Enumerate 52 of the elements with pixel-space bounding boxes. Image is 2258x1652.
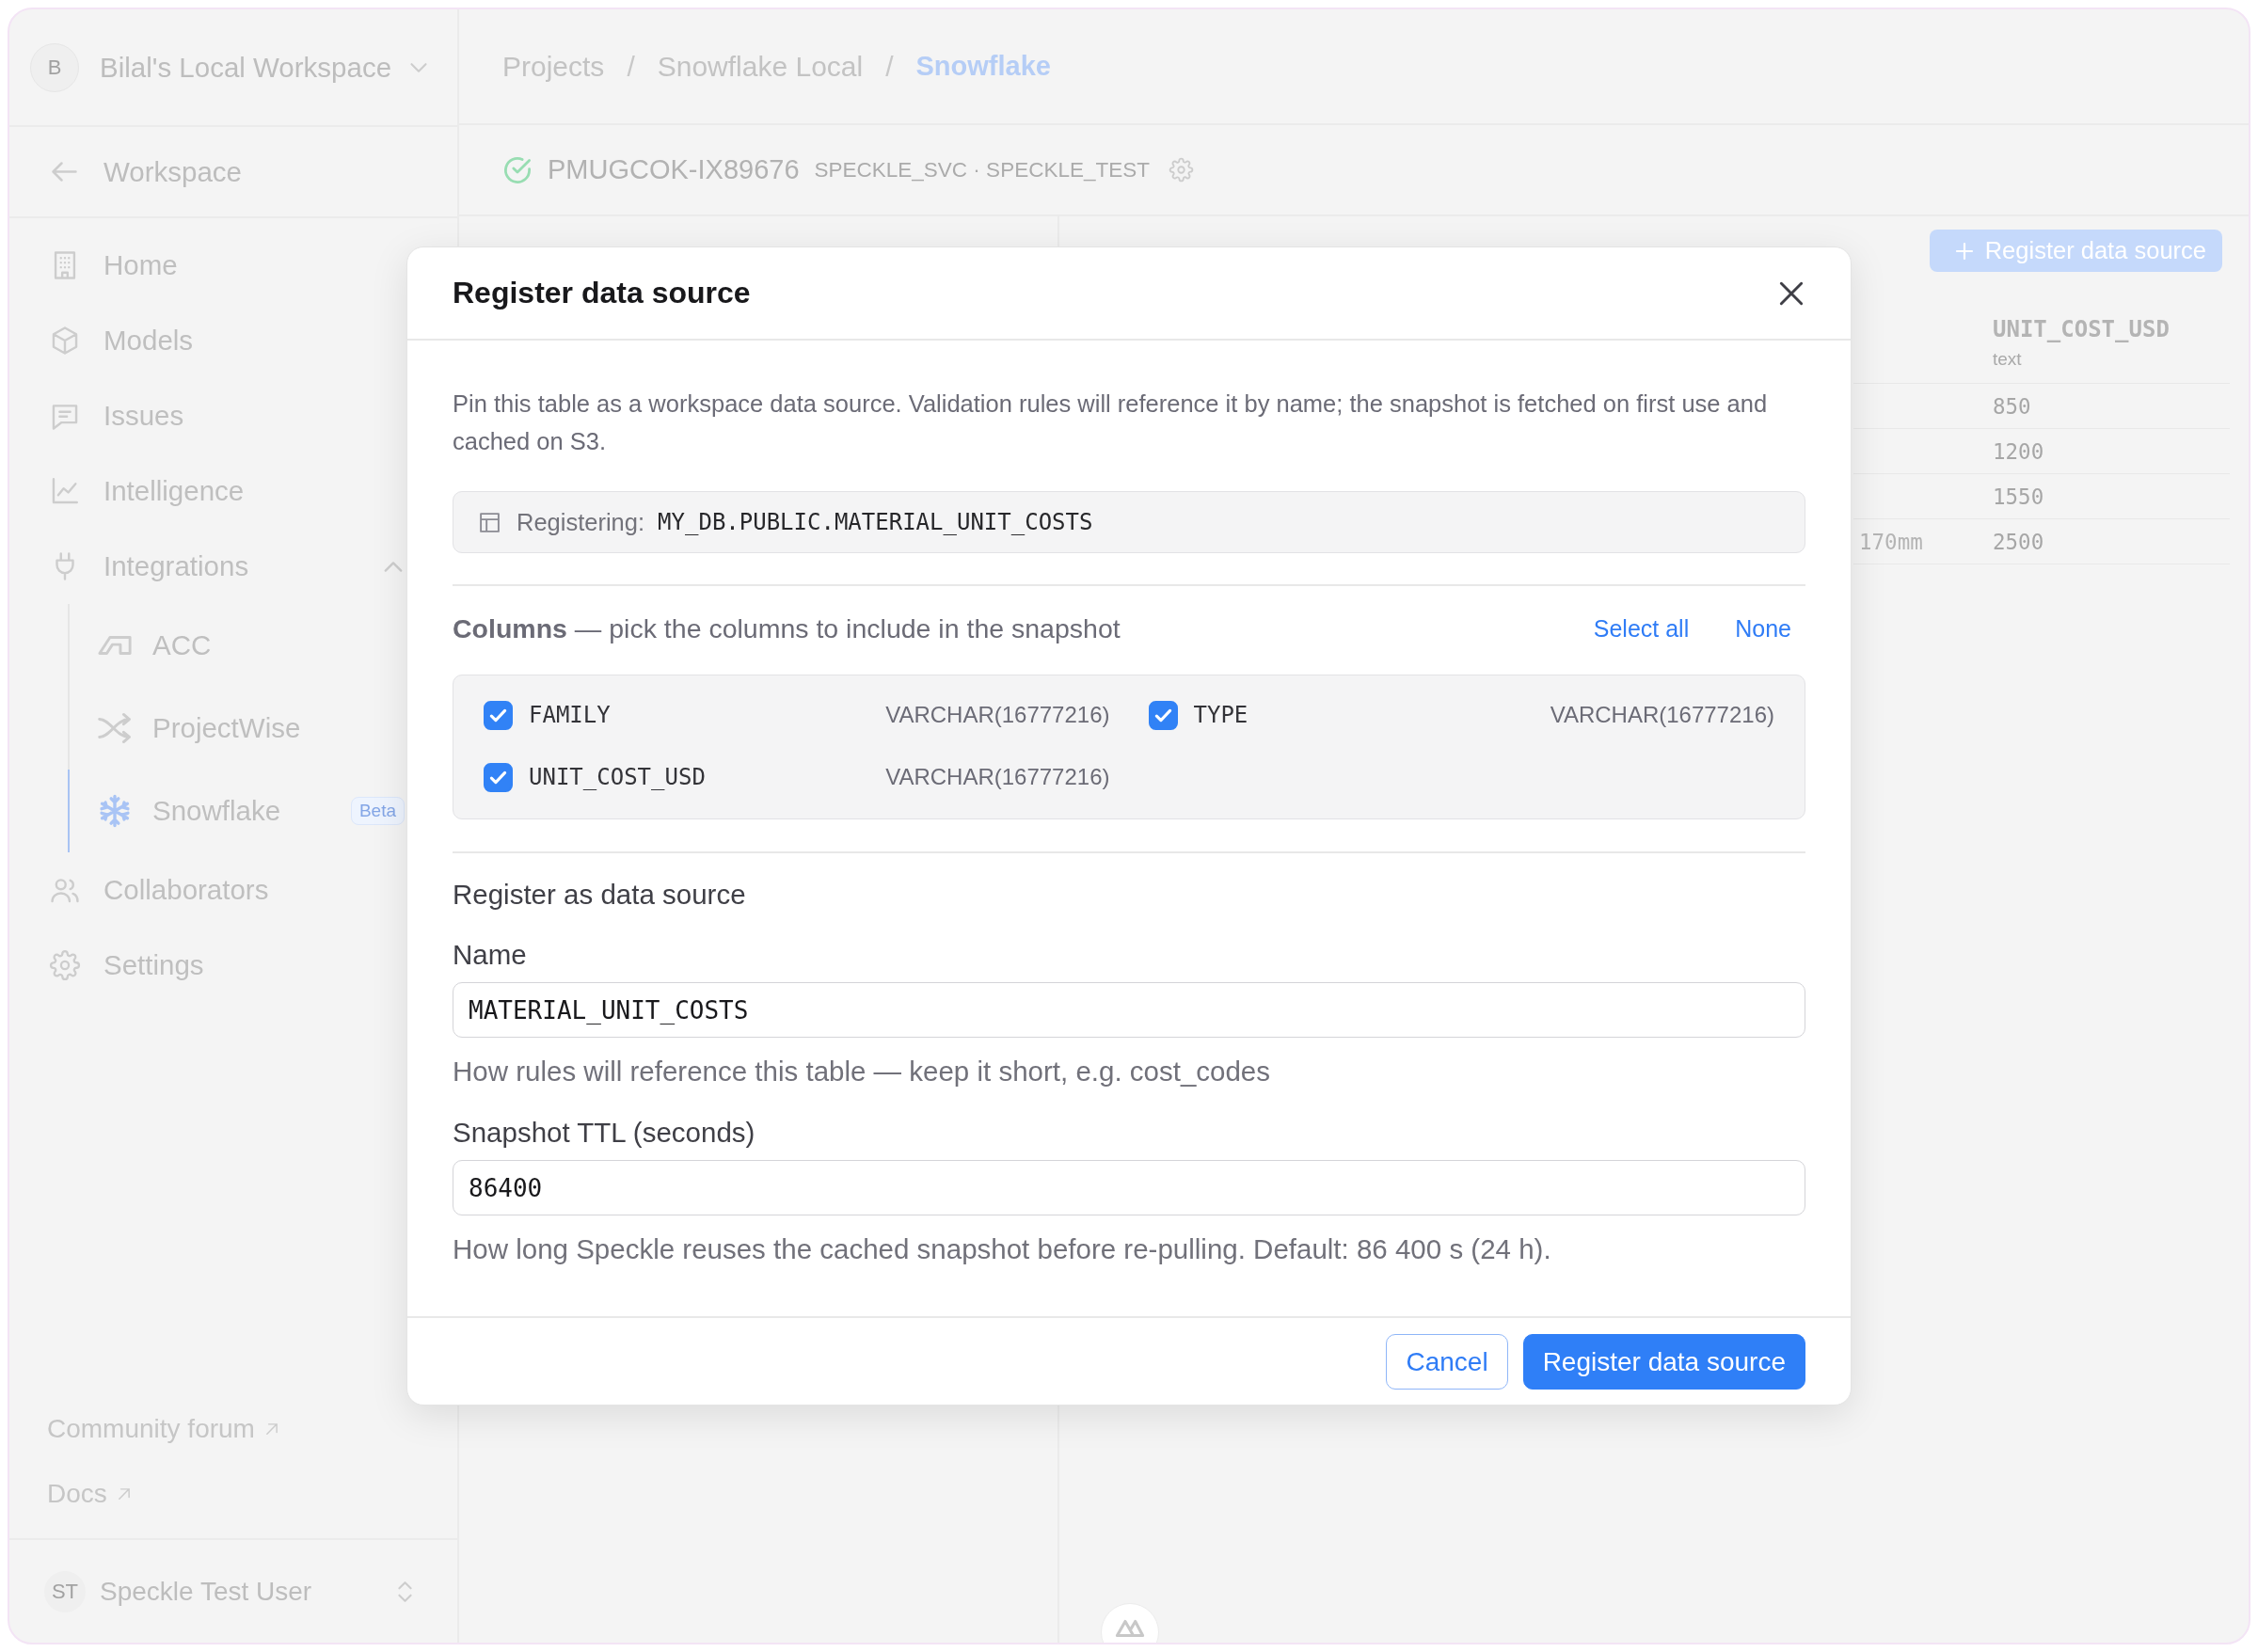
column-name: FAMILY [529,702,611,728]
register-button[interactable]: Register data source [1522,1334,1805,1390]
checkbox[interactable] [484,762,513,792]
breadcrumb-link[interactable]: Snowflake [915,51,1051,82]
snowflake-icon [98,795,132,827]
column-type: VARCHAR(16777216) [885,764,1110,790]
plus-icon [1955,242,1973,260]
table-cell-text: 850 [1993,393,2032,419]
workspace-avatar: B [30,42,79,92]
field-label: Name [453,939,528,971]
connection-details: SPECKLE_SVC · SPECKLE_TEST [814,157,1150,183]
dialog-title: Register data source [453,276,751,310]
select-all-link[interactable]: Select all [1593,614,1690,643]
field-label: Snapshot TTL (seconds) [453,1117,756,1149]
column-header: UNIT_COST_USD [1993,316,2171,342]
section-title: Register as data source [453,879,747,911]
arrow-up-right-icon [265,1422,278,1435]
table-cell-text: 1550 [1993,484,2045,509]
text-input[interactable]: MATERIAL_UNIT_COSTS [453,982,1805,1038]
checkbox[interactable] [1148,700,1178,730]
close-icon [1780,281,1803,305]
register-data-source-button[interactable]: Register data source [1929,230,2222,272]
registering-label: Registering: [517,508,645,536]
chevron-down-icon [410,62,428,72]
text-input[interactable]: 86400 [453,1160,1805,1215]
column-type: VARCHAR(16777216) [1550,702,1774,728]
arrow-up-right-icon [118,1487,130,1500]
table-cell-text: 2500 [1993,529,2045,554]
breadcrumb-separator: / [627,50,635,83]
account-name: PMUGCOK-IX89676 [548,154,800,185]
columns-heading: Columns — pick the columns to include in the snapshot [453,612,1121,644]
user-avatar: ST [44,1570,86,1612]
column-name: UNIT_COST_USD [529,764,706,790]
table-icon [480,512,500,532]
column-name: TYPE [1193,702,1248,728]
table-path: MY_DB.PUBLIC.MATERIAL_UNIT_COSTS [658,509,1093,535]
breadcrumb-separator: / [885,50,894,83]
checkbox[interactable] [484,700,513,730]
select-none-link[interactable]: None [1735,614,1791,643]
arrow-left-icon [52,162,77,182]
table-cell-text: 1200 [1993,438,2045,464]
crossed-arrows-icon [98,712,132,744]
settings-icon [49,949,81,981]
column-type: VARCHAR(16777216) [885,702,1110,728]
dialog-description: Pin this table as a workspace data source. Validation rules will reference it by name; the snapshot is fetched on first use and cached on S3. [453,389,1769,456]
field-hint: How long Speckle reuses the cached snapshot before re-pulling. Default: 86 400 s (24 h). [453,1232,1552,1266]
column-type: text [1993,349,2023,370]
beta-badge: Beta [350,797,405,825]
field-hint: How rules will reference this table — keep it short, e.g. cost_codes [453,1055,1271,1088]
cancel-button[interactable]: Cancel [1386,1334,1508,1390]
mountain-icon [1116,1620,1144,1637]
table-cell-text: 170mm [1858,529,1924,554]
